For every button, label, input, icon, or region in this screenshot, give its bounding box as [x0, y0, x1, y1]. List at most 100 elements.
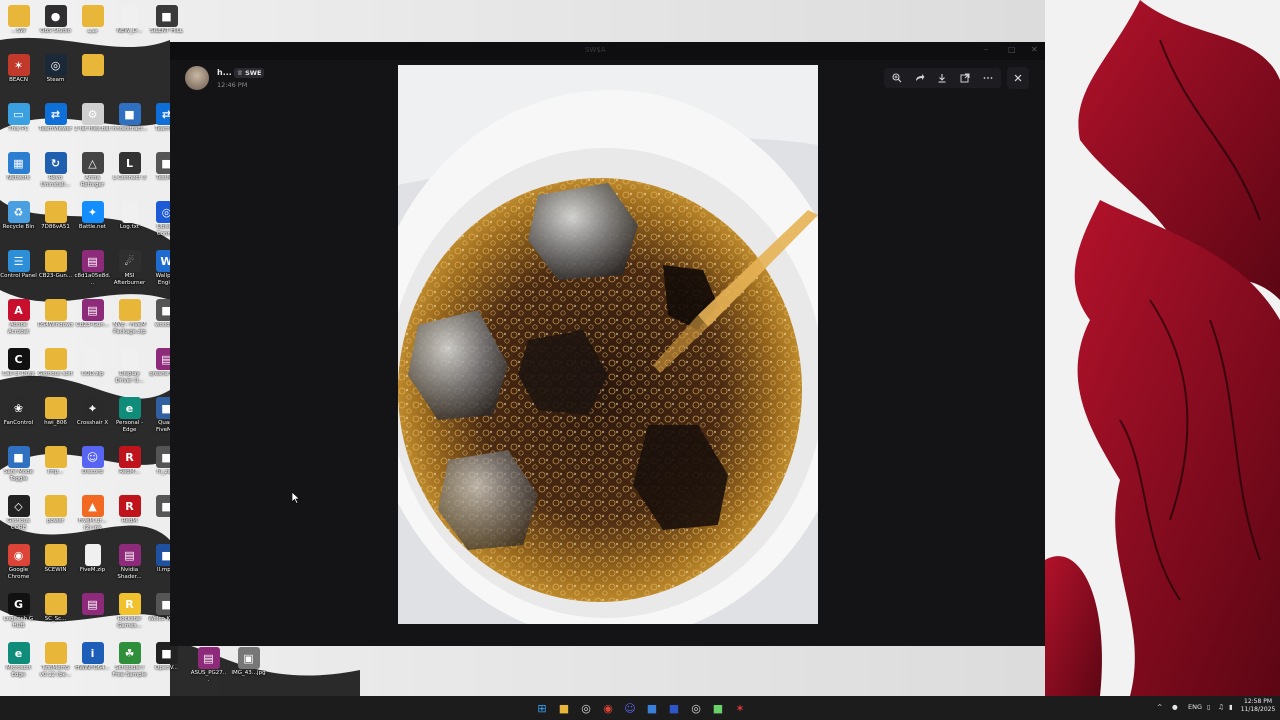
desktop-icon[interactable]: SCEWIN: [37, 542, 74, 590]
desktop-icon[interactable]: جديد: [74, 3, 111, 51]
desktop-icon[interactable]: e Personal - Edge: [111, 395, 148, 443]
desktop-icon[interactable]: ...SW: [0, 3, 37, 51]
desktop-icon[interactable]: ☰ Control Panel: [0, 248, 37, 296]
desktop-icon[interactable]: Log.txt: [111, 199, 148, 247]
open-in-browser-button[interactable]: [956, 69, 974, 87]
viewer-image[interactable]: [398, 65, 818, 624]
obs-taskbar-button[interactable]: ◎: [578, 700, 594, 716]
desktop-icon[interactable]: Display Driver U...: [111, 346, 148, 394]
desktop-icon[interactable]: ▣ IMG_43...jpg: [230, 645, 267, 693]
desktop-icon[interactable]: Glorious soft: [37, 346, 74, 394]
zoom-in-button[interactable]: [888, 69, 906, 87]
forward-button[interactable]: [911, 69, 929, 87]
desktop-icon-label: Safe Mode Toggle: [4, 469, 33, 482]
desktop-icon[interactable]: A Adobe Acrobat: [0, 297, 37, 345]
battery-icon[interactable]: ▮: [1229, 703, 1233, 711]
desktop-icon[interactable]: SC_Sc...: [37, 591, 74, 639]
desktop-icon[interactable]: ☄ MSI Afterburner: [111, 248, 148, 296]
desktop-icon[interactable]: ◇ Glorious CORE: [0, 493, 37, 541]
file-explorer-button[interactable]: ■: [556, 700, 572, 716]
download-button[interactable]: [933, 69, 951, 87]
desktop-icon[interactable]: ● OBS Studio: [37, 3, 74, 51]
desktop-icon[interactable]: ☘ Schedule I Free Sample: [111, 640, 148, 688]
desktop-icon[interactable]: G Logitech G HUB: [0, 591, 37, 639]
desktop-icon[interactable]: R RedM...: [111, 444, 148, 492]
desktop-icon[interactable]: ☺ Discord: [74, 444, 111, 492]
desktop-icon[interactable]: △ Arma Reforger: [74, 150, 111, 198]
desktop-icon[interactable]: ■ Safe Mode Toggle: [0, 444, 37, 492]
desktop-icon-label: MSI Afterburner: [113, 273, 146, 286]
desktop-icon[interactable]: ▭ This PC: [0, 101, 37, 149]
desktop-icon[interactable]: ■ innoextract...: [111, 101, 148, 149]
desktop-icon[interactable]: ▤ Nvidia Shader...: [111, 542, 148, 590]
tray-overflow-chevron-icon[interactable]: ^: [1157, 703, 1162, 711]
desktop-icon[interactable]: ⚙ 2 fat files.bat: [74, 101, 111, 149]
winrar-icon: ▤: [81, 250, 104, 272]
desktop-icon[interactable]: hwi_806: [37, 395, 74, 443]
desktop-icon[interactable]: ■ OpenV...: [148, 640, 185, 688]
desktop-icon[interactable]: Imp...: [37, 444, 74, 492]
beacn-taskbar-button[interactable]: ✶: [732, 700, 748, 716]
desktop-icon[interactable]: COD.zip: [74, 346, 111, 394]
desktop-icon[interactable]: ▤ c8d1a05e8d...: [74, 248, 111, 296]
winrar-icon: ▤: [197, 647, 220, 669]
window-close-icon[interactable]: ✕: [1031, 45, 1038, 54]
desktop-icon[interactable]: 7D86vA51: [37, 199, 74, 247]
desktop-icon[interactable]: ❀ FanControl: [0, 395, 37, 443]
desktop-icon[interactable]: power: [37, 493, 74, 541]
desktop-icon[interactable]: ↻ Revo Uninstall...: [37, 150, 74, 198]
desktop-icon-label: OBS Studio: [40, 28, 71, 34]
desktop-icon[interactable]: e Microsoft Edge: [0, 640, 37, 688]
desktop-icon[interactable]: ▤: [74, 591, 111, 639]
author-name[interactable]: h...: [217, 68, 232, 77]
desktop-icon[interactable]: CB23-Gun...: [37, 248, 74, 296]
desktop-icon-label: Battle.net: [78, 224, 107, 230]
desktop-icon-label: Glorious soft: [38, 371, 73, 377]
desktop-icon[interactable]: TestMem5 v0.12 (be...: [37, 640, 74, 688]
desktop-icon[interactable]: ◉ Google Chrome: [0, 542, 37, 590]
desktop-icon[interactable]: L L-Connect 3: [111, 150, 148, 198]
avatar[interactable]: [185, 66, 209, 90]
desktop-icon[interactable]: [74, 52, 111, 100]
close-viewer-button[interactable]: [1007, 67, 1029, 89]
desktop-icon[interactable]: ▤ ASUS_PG27...: [190, 645, 227, 693]
taskbar-clock[interactable]: 12:58 PM 11/18/2025: [1238, 698, 1278, 714]
chrome-taskbar-button[interactable]: ◉: [600, 700, 616, 716]
desktop-icon[interactable]: ✦ Battle.net: [74, 199, 111, 247]
lconnect-icon: L: [118, 152, 141, 174]
desktop-icon[interactable]: R Rockstar Games...: [111, 591, 148, 639]
tray-app-icon[interactable]: ●: [1172, 703, 1178, 711]
desktop-icon[interactable]: FiveM.zip: [74, 542, 111, 590]
steam-taskbar-button[interactable]: ◎: [688, 700, 704, 716]
desktop-icon[interactable]: ▤ CB23-Gun...: [74, 297, 111, 345]
network-icon[interactable]: ▯: [1207, 703, 1211, 711]
more-options-button[interactable]: [979, 69, 997, 87]
desktop-icon[interactable]: C Call of Duty: [0, 346, 37, 394]
desktop-icon[interactable]: R RedM: [111, 493, 148, 541]
maximize-icon[interactable]: □: [1008, 45, 1016, 54]
fan-icon: ❀: [7, 397, 30, 419]
discord-taskbar-button[interactable]: ☺: [622, 700, 638, 716]
start-button[interactable]: ⊞: [534, 700, 550, 716]
app-taskbar-button-2[interactable]: ■: [666, 700, 682, 716]
desktop-icon[interactable]: i HWiNFO64...: [74, 640, 111, 688]
desktop-icon[interactable]: ▲ FiveM.ur... (2).lnk: [74, 493, 111, 541]
winrar-icon: ▤: [118, 544, 141, 566]
desktop-icon[interactable]: NVE - FiveM Package.zip: [111, 297, 148, 345]
desktop-icon[interactable]: DS4Windows: [37, 297, 74, 345]
desktop-icon[interactable]: ◎ Steam: [37, 52, 74, 100]
language-indicator[interactable]: ENG: [1188, 703, 1202, 711]
folder-icon: [44, 201, 67, 223]
desktop-icon[interactable]: ♻ Recycle Bin: [0, 199, 37, 247]
volume-icon[interactable]: ♫: [1218, 703, 1224, 711]
app-taskbar-button-1[interactable]: ■: [644, 700, 660, 716]
image-viewer-author: h... ♕ SWE 12:46 PM: [185, 64, 385, 92]
desktop-icon[interactable]: ⌖ Crosshair X: [74, 395, 111, 443]
desktop-icon[interactable]: NEW_D...: [111, 3, 148, 51]
desktop-icon[interactable]: ⇄ TeamViewer: [37, 101, 74, 149]
redm-icon: R: [118, 495, 141, 517]
minimize-icon[interactable]: –: [984, 45, 988, 54]
desktop-icon[interactable]: ▦ Network: [0, 150, 37, 198]
app-taskbar-button-3[interactable]: ■: [710, 700, 726, 716]
desktop-icon[interactable]: ✶ BEACN: [0, 52, 37, 100]
